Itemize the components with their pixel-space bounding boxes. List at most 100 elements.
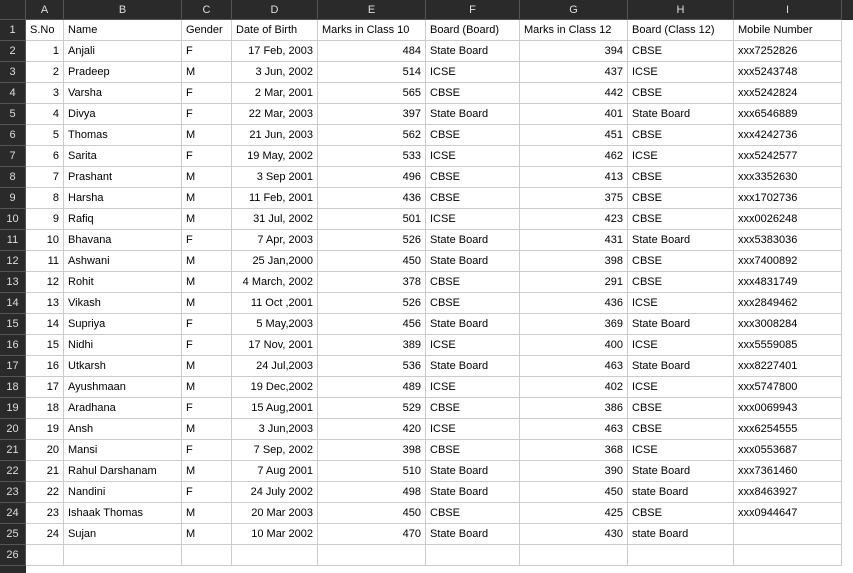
cell[interactable]: Ishaak Thomas — [64, 503, 182, 524]
row-header[interactable]: 13 — [0, 272, 26, 293]
cell[interactable]: 24 — [26, 524, 64, 545]
cell[interactable]: Vikash — [64, 293, 182, 314]
cell[interactable]: CBSE — [628, 188, 734, 209]
header-cell[interactable]: Board (Board) — [426, 20, 520, 41]
cell[interactable]: Thomas — [64, 125, 182, 146]
cell[interactable]: ICSE — [628, 335, 734, 356]
cell[interactable]: F — [182, 104, 232, 125]
cell[interactable]: ICSE — [426, 335, 520, 356]
cell[interactable]: 17 Nov, 2001 — [232, 335, 318, 356]
cell[interactable]: 501 — [318, 209, 426, 230]
cell[interactable]: xxx5383036 — [734, 230, 842, 251]
cell[interactable]: 11 — [26, 251, 64, 272]
cell[interactable]: 24 July 2002 — [232, 482, 318, 503]
cell[interactable]: M — [182, 272, 232, 293]
cell[interactable]: 19 Dec,2002 — [232, 377, 318, 398]
cell[interactable]: CBSE — [628, 125, 734, 146]
cell[interactable]: 20 Mar 2003 — [232, 503, 318, 524]
cell[interactable]: M — [182, 209, 232, 230]
cell[interactable]: xxx5747800 — [734, 377, 842, 398]
cell[interactable]: 496 — [318, 167, 426, 188]
row-header[interactable]: 21 — [0, 440, 26, 461]
cell[interactable]: 463 — [520, 419, 628, 440]
cell[interactable] — [426, 545, 520, 566]
cell[interactable]: CBSE — [426, 125, 520, 146]
cell[interactable]: ICSE — [628, 440, 734, 461]
cell[interactable]: 11 Oct ,2001 — [232, 293, 318, 314]
cell[interactable]: 20 — [26, 440, 64, 461]
cell[interactable] — [628, 545, 734, 566]
row-header[interactable]: 17 — [0, 356, 26, 377]
cell[interactable]: 369 — [520, 314, 628, 335]
cell[interactable]: 565 — [318, 83, 426, 104]
cell[interactable]: 378 — [318, 272, 426, 293]
cell[interactable]: F — [182, 146, 232, 167]
cell[interactable] — [734, 545, 842, 566]
col-header-D[interactable]: D — [232, 0, 318, 20]
cell[interactable]: Harsha — [64, 188, 182, 209]
cell[interactable]: 436 — [318, 188, 426, 209]
cell[interactable]: Ashwani — [64, 251, 182, 272]
cell[interactable]: M — [182, 419, 232, 440]
cell[interactable]: CBSE — [426, 188, 520, 209]
row-header[interactable]: 15 — [0, 314, 26, 335]
cell[interactable]: CBSE — [426, 293, 520, 314]
cell[interactable]: 3 Sep 2001 — [232, 167, 318, 188]
col-header-A[interactable]: A — [26, 0, 64, 20]
col-header-I[interactable]: I — [734, 0, 842, 20]
cell[interactable]: 17 — [26, 377, 64, 398]
cell[interactable]: F — [182, 314, 232, 335]
cell[interactable]: CBSE — [628, 41, 734, 62]
row-header[interactable]: 18 — [0, 377, 26, 398]
cell[interactable]: 10 Mar 2002 — [232, 524, 318, 545]
cell[interactable]: Sarita — [64, 146, 182, 167]
cell[interactable]: 423 — [520, 209, 628, 230]
cell[interactable]: ICSE — [426, 62, 520, 83]
cell[interactable]: xxx6546889 — [734, 104, 842, 125]
cell[interactable]: state Board — [628, 524, 734, 545]
cell[interactable]: xxx0069943 — [734, 398, 842, 419]
corner-cell[interactable] — [0, 0, 26, 20]
cell[interactable]: 15 Aug,2001 — [232, 398, 318, 419]
cell[interactable]: ICSE — [426, 146, 520, 167]
cell[interactable]: F — [182, 482, 232, 503]
cell[interactable]: ICSE — [628, 377, 734, 398]
cell[interactable]: 450 — [318, 251, 426, 272]
cell[interactable]: 3 Jun, 2002 — [232, 62, 318, 83]
cell[interactable]: xxx6254555 — [734, 419, 842, 440]
cell[interactable]: CBSE — [628, 167, 734, 188]
cell[interactable]: 375 — [520, 188, 628, 209]
cell[interactable]: 17 Feb, 2003 — [232, 41, 318, 62]
row-header[interactable]: 7 — [0, 146, 26, 167]
header-cell[interactable]: Marks in Class 10 — [318, 20, 426, 41]
cell[interactable]: Nandini — [64, 482, 182, 503]
row-header[interactable]: 12 — [0, 251, 26, 272]
col-header-E[interactable]: E — [318, 0, 426, 20]
cell[interactable]: State Board — [628, 104, 734, 125]
cell[interactable]: 425 — [520, 503, 628, 524]
cell[interactable]: 456 — [318, 314, 426, 335]
cell[interactable]: 21 Jun, 2003 — [232, 125, 318, 146]
cell[interactable]: State Board — [426, 524, 520, 545]
cell[interactable]: 386 — [520, 398, 628, 419]
cell[interactable]: 5 May,2003 — [232, 314, 318, 335]
cell[interactable] — [734, 524, 842, 545]
cell[interactable]: Nidhi — [64, 335, 182, 356]
cell[interactable]: xxx8463927 — [734, 482, 842, 503]
cell[interactable]: ICSE — [628, 146, 734, 167]
cell[interactable]: xxx4242736 — [734, 125, 842, 146]
cell[interactable]: 431 — [520, 230, 628, 251]
cell[interactable]: F — [182, 83, 232, 104]
cell[interactable]: 442 — [520, 83, 628, 104]
cell[interactable]: 420 — [318, 419, 426, 440]
col-header-H[interactable]: H — [628, 0, 734, 20]
cell[interactable]: Prashant — [64, 167, 182, 188]
cell[interactable]: CBSE — [628, 503, 734, 524]
cell[interactable]: 15 — [26, 335, 64, 356]
cell[interactable]: F — [182, 41, 232, 62]
cell[interactable]: 368 — [520, 440, 628, 461]
col-header-C[interactable]: C — [182, 0, 232, 20]
cell[interactable]: 11 Feb, 2001 — [232, 188, 318, 209]
cell[interactable]: State Board — [426, 482, 520, 503]
cell[interactable]: CBSE — [628, 272, 734, 293]
